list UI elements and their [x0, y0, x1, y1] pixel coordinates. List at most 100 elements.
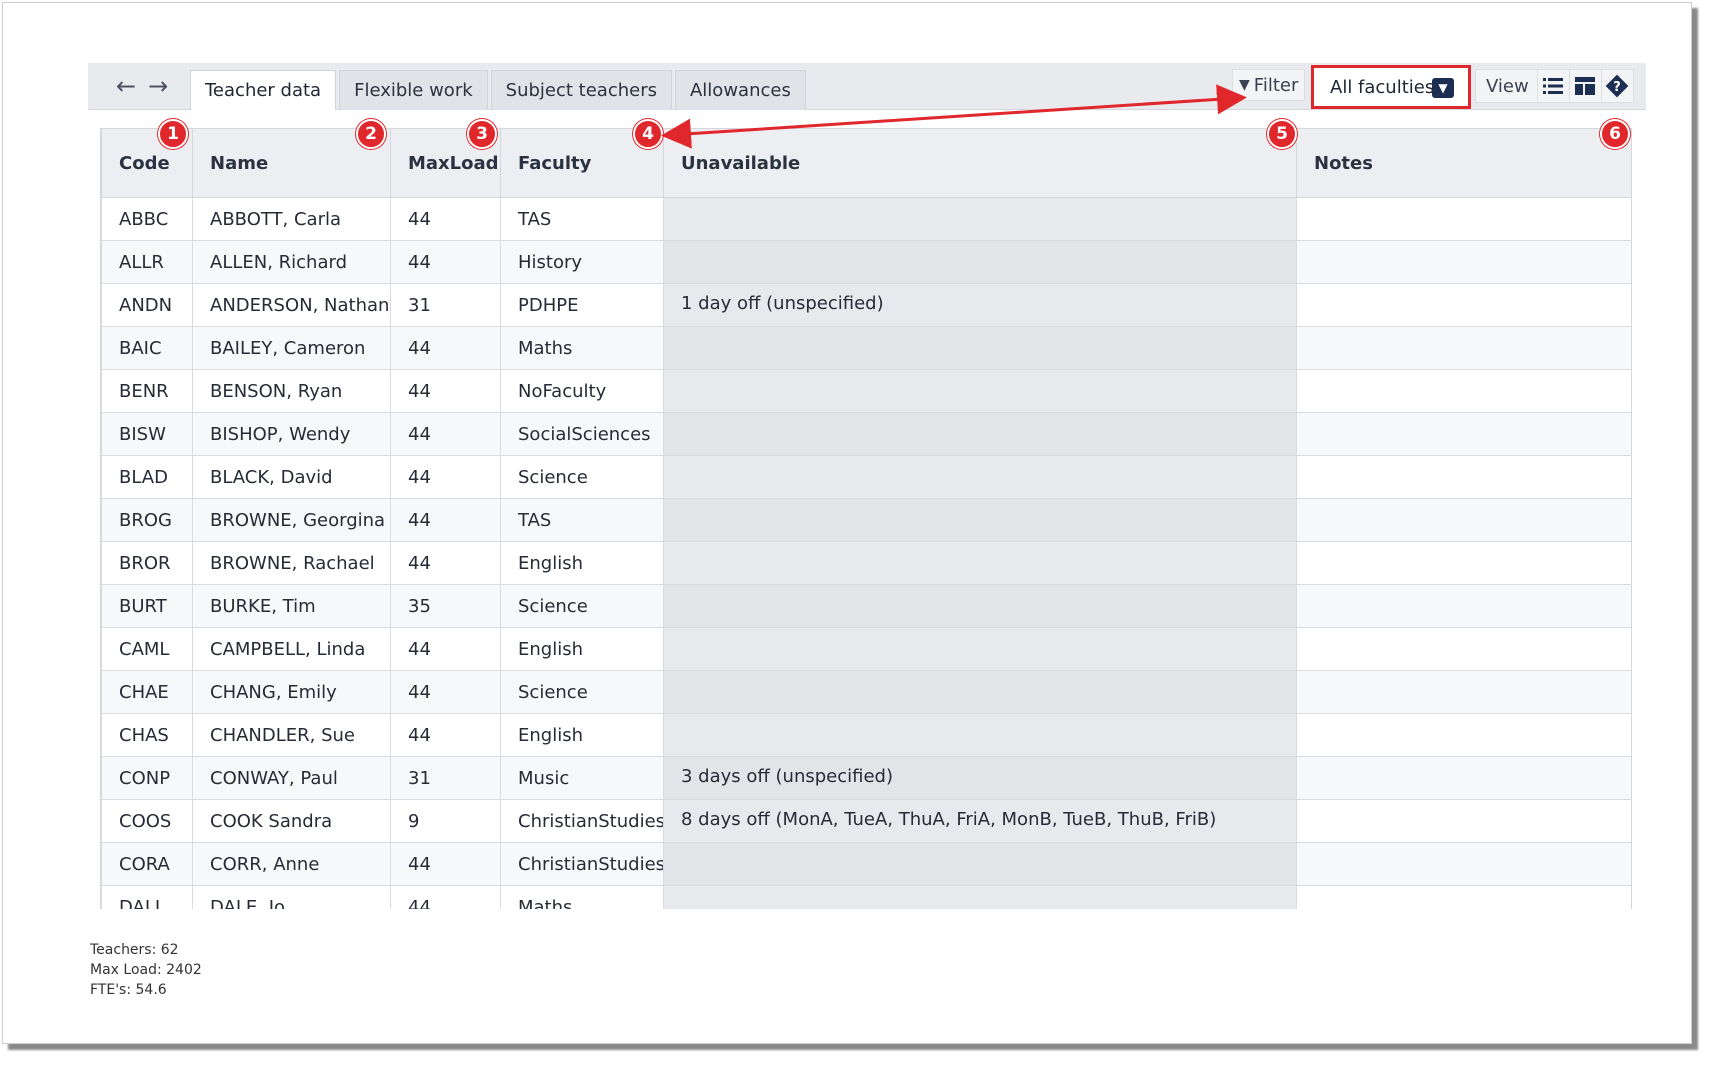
cell-unavailable[interactable]: [663, 369, 1297, 413]
table-row[interactable]: COOS COOK Sandra 9 ChristianStudies 8 days o…: [101, 799, 1631, 843]
cell-maxload[interactable]: 44: [390, 455, 501, 499]
cell-maxload[interactable]: 9: [390, 799, 501, 843]
cell-notes[interactable]: [1296, 842, 1631, 886]
cell-unavailable[interactable]: [663, 584, 1297, 628]
table-row[interactable]: BLAD BLACK, David 44 Science: [101, 455, 1631, 499]
cell-name[interactable]: ABBOTT, Carla: [192, 197, 391, 241]
cell-unavailable[interactable]: [663, 455, 1297, 499]
table-row[interactable]: BURT BURKE, Tim 35 Science: [101, 584, 1631, 628]
cell-name[interactable]: CORR, Anne: [192, 842, 391, 886]
forward-arrow-icon[interactable]: →: [148, 73, 168, 99]
cell-name[interactable]: COOK Sandra: [192, 799, 391, 843]
cell-faculty[interactable]: Science: [500, 670, 664, 714]
cell-faculty[interactable]: TAS: [500, 498, 664, 542]
cell-code[interactable]: BISW: [101, 412, 193, 456]
cell-code[interactable]: ANDN: [101, 283, 193, 327]
cell-notes[interactable]: [1296, 498, 1631, 542]
cell-unavailable[interactable]: [663, 326, 1297, 370]
cell-name[interactable]: ANDERSON, Nathan: [192, 283, 391, 327]
cell-code[interactable]: BROG: [101, 498, 193, 542]
cell-unavailable[interactable]: [663, 713, 1297, 757]
column-header-notes[interactable]: Notes: [1296, 128, 1631, 198]
table-row[interactable]: CHAE CHANG, Emily 44 Science: [101, 670, 1631, 714]
cell-maxload[interactable]: 44: [390, 412, 501, 456]
table-row[interactable]: BAIC BAILEY, Cameron 44 Maths: [101, 326, 1631, 370]
cell-notes[interactable]: [1296, 799, 1631, 843]
cell-name[interactable]: BAILEY, Cameron: [192, 326, 391, 370]
cell-notes[interactable]: [1296, 197, 1631, 241]
cell-notes[interactable]: [1296, 541, 1631, 585]
table-row[interactable]: CONP CONWAY, Paul 31 Music 3 days off (unspe…: [101, 756, 1631, 800]
cell-maxload[interactable]: 31: [390, 756, 501, 800]
faculty-dropdown[interactable]: All faculties ▼: [1311, 65, 1471, 109]
cell-maxload[interactable]: 44: [390, 498, 501, 542]
cell-notes[interactable]: [1296, 455, 1631, 499]
cell-code[interactable]: CHAE: [101, 670, 193, 714]
table-row[interactable]: DALJ DALE, Jo 44 Maths: [101, 885, 1631, 909]
cell-name[interactable]: ALLEN, Richard: [192, 240, 391, 284]
cell-unavailable[interactable]: [663, 412, 1297, 456]
table-row[interactable]: BROR BROWNE, Rachael 44 English: [101, 541, 1631, 585]
cell-code[interactable]: CAML: [101, 627, 193, 671]
cell-unavailable[interactable]: [663, 670, 1297, 714]
tab-allowances[interactable]: Allowances: [674, 70, 806, 110]
cell-unavailable[interactable]: 1 day off (unspecified): [663, 283, 1297, 327]
cell-maxload[interactable]: 44: [390, 240, 501, 284]
cell-unavailable[interactable]: 8 days off (MonA, TueA, ThuA, FriA, MonB…: [663, 799, 1297, 843]
cell-name[interactable]: DALE, Jo: [192, 885, 391, 909]
cell-unavailable[interactable]: [663, 240, 1297, 284]
cell-name[interactable]: BLACK, David: [192, 455, 391, 499]
cell-code[interactable]: BURT: [101, 584, 193, 628]
cell-unavailable[interactable]: [663, 197, 1297, 241]
cell-name[interactable]: CONWAY, Paul: [192, 756, 391, 800]
cell-name[interactable]: BROWNE, Rachael: [192, 541, 391, 585]
cell-code[interactable]: BENR: [101, 369, 193, 413]
table-row[interactable]: CHAS CHANDLER, Sue 44 English: [101, 713, 1631, 757]
cell-notes[interactable]: [1296, 240, 1631, 284]
cell-name[interactable]: BURKE, Tim: [192, 584, 391, 628]
table-row[interactable]: ANDN ANDERSON, Nathan 31 PDHPE 1 day off (un…: [101, 283, 1631, 327]
cell-faculty[interactable]: Maths: [500, 326, 664, 370]
cell-faculty[interactable]: ChristianStudies: [500, 842, 664, 886]
cell-faculty[interactable]: TAS: [500, 197, 664, 241]
cell-notes[interactable]: [1296, 885, 1631, 909]
cell-faculty[interactable]: NoFaculty: [500, 369, 664, 413]
cell-code[interactable]: ABBC: [101, 197, 193, 241]
cell-code[interactable]: BLAD: [101, 455, 193, 499]
cell-code[interactable]: COOS: [101, 799, 193, 843]
cell-maxload[interactable]: 44: [390, 713, 501, 757]
cell-maxload[interactable]: 44: [390, 541, 501, 585]
cell-code[interactable]: DALJ: [101, 885, 193, 909]
cell-notes[interactable]: [1296, 584, 1631, 628]
cell-unavailable[interactable]: 3 days off (unspecified): [663, 756, 1297, 800]
list-view-icon[interactable]: [1536, 70, 1569, 102]
cell-faculty[interactable]: English: [500, 627, 664, 671]
cell-code[interactable]: ALLR: [101, 240, 193, 284]
cell-maxload[interactable]: 44: [390, 670, 501, 714]
cell-faculty[interactable]: Music: [500, 756, 664, 800]
cell-code[interactable]: CHAS: [101, 713, 193, 757]
cell-code[interactable]: CORA: [101, 842, 193, 886]
cell-faculty[interactable]: History: [500, 240, 664, 284]
cell-name[interactable]: BENSON, Ryan: [192, 369, 391, 413]
table-row[interactable]: ABBC ABBOTT, Carla 44 TAS: [101, 197, 1631, 241]
cell-unavailable[interactable]: [663, 541, 1297, 585]
cell-faculty[interactable]: Maths: [500, 885, 664, 909]
cell-faculty[interactable]: PDHPE: [500, 283, 664, 327]
column-header-unavailable[interactable]: Unavailable: [663, 128, 1297, 198]
cell-faculty[interactable]: Science: [500, 584, 664, 628]
cell-name[interactable]: BROWNE, Georgina: [192, 498, 391, 542]
cell-notes[interactable]: [1296, 627, 1631, 671]
cell-faculty[interactable]: SocialSciences: [500, 412, 664, 456]
cell-notes[interactable]: [1296, 283, 1631, 327]
cell-maxload[interactable]: 44: [390, 627, 501, 671]
cell-maxload[interactable]: 31: [390, 283, 501, 327]
tab-subject-teachers[interactable]: Subject teachers: [490, 70, 672, 110]
cell-faculty[interactable]: Science: [500, 455, 664, 499]
filter-button[interactable]: ▼ Filter: [1232, 69, 1306, 101]
cell-name[interactable]: CHANG, Emily: [192, 670, 391, 714]
back-arrow-icon[interactable]: ←: [116, 73, 136, 99]
table-layout-icon[interactable]: [1568, 70, 1601, 102]
cell-maxload[interactable]: 44: [390, 885, 501, 909]
cell-unavailable[interactable]: [663, 885, 1297, 909]
